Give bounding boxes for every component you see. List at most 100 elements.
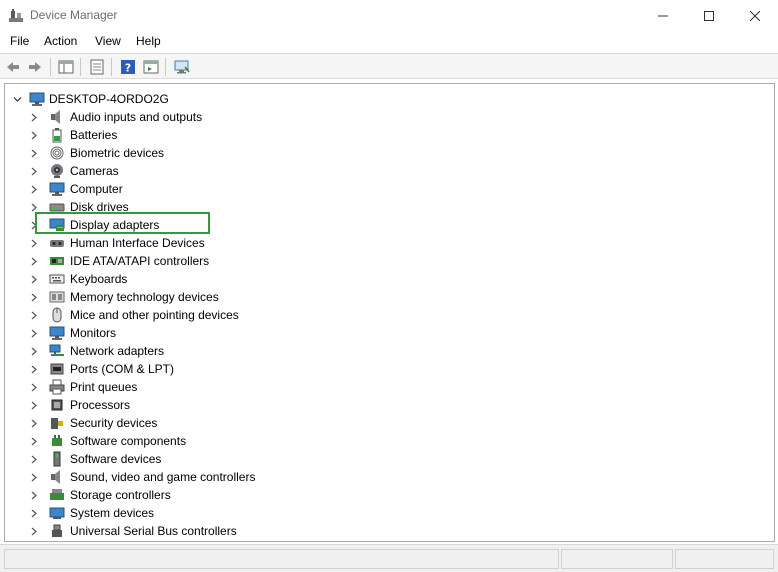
close-icon [750,10,760,21]
display-adapter-icon [49,217,65,233]
properties-button[interactable] [87,57,107,77]
toolbar-separator [165,58,166,76]
device-tree[interactable]: DESKTOP-4ORDO2G Audio inputs and outputs… [4,83,775,542]
show-hide-console-tree-button[interactable] [56,57,76,77]
tree-item-disk-drives[interactable]: Disk drives [27,198,129,216]
tree-item-batteries[interactable]: Batteries [27,126,117,144]
tree-item-human-interface-devices[interactable]: Human Interface Devices [27,234,205,252]
tree-item-label: Software devices [70,452,162,466]
tree-item-cameras[interactable]: Cameras [27,162,119,180]
menu-view[interactable]: View [93,34,123,48]
tree-item-security-devices[interactable]: Security devices [27,414,157,432]
monitor-icon [49,325,65,341]
menu-help[interactable]: Help [134,34,163,48]
tree-item-processors[interactable]: Processors [27,396,130,414]
chevron-right-icon[interactable] [27,126,41,144]
status-cell-right [675,549,774,569]
tree-item-label: Disk drives [70,200,129,214]
chevron-right-icon[interactable] [27,270,41,288]
action-pane-icon [143,60,159,74]
chevron-right-icon[interactable] [27,504,41,522]
hid-icon [49,235,65,251]
close-button[interactable] [732,0,778,31]
forward-button[interactable] [25,57,45,77]
tree-item-ports-com-lpt[interactable]: Ports (COM & LPT) [27,360,174,378]
tree-item-software-devices[interactable]: Software devices [27,450,161,468]
chevron-right-icon[interactable] [27,108,41,126]
help-button[interactable]: ? [118,57,138,77]
show-hide-console-tree-icon [58,60,74,74]
chevron-right-icon[interactable] [27,180,41,198]
port-icon [49,361,65,377]
chevron-right-icon[interactable] [27,288,41,306]
tree-item-audio-inputs-and-outputs[interactable]: Audio inputs and outputs [27,108,202,126]
tree-item-sound-video-and-game-controllers[interactable]: Sound, video and game controllers [27,468,255,486]
tree-item-network-adapters[interactable]: Network adapters [27,342,164,360]
svg-text:?: ? [125,62,131,75]
chevron-right-icon[interactable] [27,234,41,252]
chevron-right-icon[interactable] [27,378,41,396]
chevron-right-icon[interactable] [27,360,41,378]
tree-item-label: Storage controllers [70,488,171,502]
tree-item-system-devices[interactable]: System devices [27,504,154,522]
chevron-right-icon[interactable] [27,342,41,360]
chevron-right-icon[interactable] [27,486,41,504]
menu-action[interactable]: Action [42,34,79,48]
tree-item-universal-serial-bus-controllers[interactable]: Universal Serial Bus controllers [27,522,237,540]
tree-item-label: Computer [70,182,123,196]
tree-item-label: Cameras [70,164,119,178]
tree-item-software-components[interactable]: Software components [27,432,186,450]
chevron-right-icon[interactable] [27,450,41,468]
security-icon [49,415,65,431]
chevron-right-icon[interactable] [27,468,41,486]
tree-item-computer[interactable]: Computer [27,180,123,198]
tree-item-ide-ata-atapi-controllers[interactable]: IDE ATA/ATAPI controllers [27,252,209,270]
chevron-down-icon[interactable] [11,90,23,108]
chevron-right-icon[interactable] [27,162,41,180]
root-label: DESKTOP-4ORDO2G [49,92,169,106]
status-bar [0,544,778,572]
maximize-icon [704,10,714,21]
tree-item-memory-technology-devices[interactable]: Memory technology devices [27,288,219,306]
tree-item-display-adapters[interactable]: Display adapters [27,216,159,234]
computer-icon [29,91,45,107]
chevron-right-icon[interactable] [27,252,41,270]
storage-icon [49,487,65,503]
chevron-right-icon[interactable] [27,522,41,540]
printer-icon [49,379,65,395]
chevron-right-icon[interactable] [27,432,41,450]
chevron-right-icon[interactable] [27,144,41,162]
processor-icon [49,397,65,413]
tree-item-monitors[interactable]: Monitors [27,324,116,342]
tree-root-node[interactable]: DESKTOP-4ORDO2G [11,90,169,108]
fingerprint-icon [49,145,65,161]
tree-item-label: Batteries [70,128,118,142]
title-bar: Device Manager [0,0,778,31]
tree-item-storage-controllers[interactable]: Storage controllers [27,486,171,504]
tree-item-label: Sound, video and game controllers [70,470,256,484]
action-pane-button[interactable] [141,57,161,77]
back-button[interactable] [3,57,23,77]
maximize-button[interactable] [686,0,732,31]
tree-item-label: Audio inputs and outputs [70,110,203,124]
chevron-right-icon[interactable] [27,216,41,234]
chevron-right-icon[interactable] [27,198,41,216]
tree-item-label: Biometric devices [70,146,165,160]
chevron-right-icon[interactable] [27,414,41,432]
chevron-right-icon[interactable] [27,396,41,414]
toolbar-separator [50,58,51,76]
ide-controller-icon [49,253,65,269]
minimize-button[interactable] [640,0,686,31]
tree-item-mice-and-other-pointing-devices[interactable]: Mice and other pointing devices [27,306,239,324]
back-icon [7,62,19,72]
scan-hardware-button[interactable] [172,57,192,77]
menu-file[interactable]: File [8,34,31,48]
tree-item-print-queues[interactable]: Print queues [27,378,137,396]
forward-icon [29,62,41,72]
tree-item-biometric-devices[interactable]: Biometric devices [27,144,164,162]
usb-icon [49,523,65,539]
chevron-right-icon[interactable] [27,306,41,324]
tree-item-label: Network adapters [70,344,165,358]
chevron-right-icon[interactable] [27,324,41,342]
tree-item-keyboards[interactable]: Keyboards [27,270,127,288]
